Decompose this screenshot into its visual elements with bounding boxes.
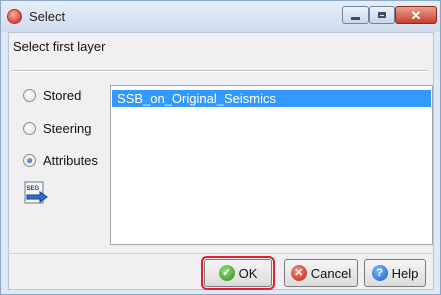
segy-import-icon: SEG bbox=[24, 181, 48, 204]
cancel-button-label: Cancel bbox=[310, 265, 352, 281]
radio-steering[interactable]: Steering bbox=[23, 121, 91, 136]
help-button-label: Help bbox=[391, 265, 419, 281]
svg-text:SEG: SEG bbox=[27, 186, 40, 192]
maximize-button[interactable] bbox=[369, 6, 395, 24]
radio-attributes-label: Attributes bbox=[43, 153, 98, 168]
footer-separator bbox=[7, 253, 433, 254]
cancel-icon: ✕ bbox=[290, 265, 307, 281]
help-icon: ? bbox=[371, 265, 388, 281]
close-icon: ✕ bbox=[410, 7, 422, 23]
segy-import-button[interactable]: SEG bbox=[23, 181, 51, 207]
radio-stored-circle[interactable] bbox=[23, 89, 36, 102]
layer-listbox[interactable]: SSB_on_Original_Seismics bbox=[110, 85, 433, 245]
help-button[interactable]: ? Help bbox=[364, 259, 426, 287]
radio-attributes[interactable]: Attributes bbox=[23, 153, 98, 168]
radio-steering-circle[interactable] bbox=[23, 122, 36, 135]
window-title: Select bbox=[29, 9, 66, 24]
ok-button-label: OK bbox=[238, 265, 258, 281]
radio-stored-label: Stored bbox=[43, 88, 82, 103]
ok-button[interactable]: ✓ OK bbox=[201, 256, 275, 290]
app-icon bbox=[7, 9, 22, 24]
close-button[interactable]: ✕ bbox=[395, 6, 437, 24]
minimize-button[interactable] bbox=[342, 6, 369, 24]
minimize-icon bbox=[351, 16, 360, 20]
cancel-button[interactable]: ✕ Cancel bbox=[284, 259, 358, 287]
radio-stored[interactable]: Stored bbox=[23, 88, 81, 103]
radio-steering-label: Steering bbox=[43, 121, 92, 136]
title-bar[interactable]: Select ✕ bbox=[1, 1, 440, 32]
radio-attributes-circle[interactable] bbox=[23, 154, 36, 167]
maximize-icon bbox=[378, 12, 386, 18]
header-separator bbox=[12, 70, 428, 72]
check-icon: ✓ bbox=[218, 265, 235, 281]
dialog-header-label: Select first layer bbox=[13, 39, 106, 54]
list-item[interactable]: SSB_on_Original_Seismics bbox=[112, 90, 431, 107]
